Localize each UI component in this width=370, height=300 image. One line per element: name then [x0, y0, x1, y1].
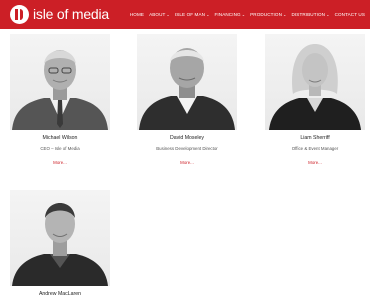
team-member-photo — [10, 190, 110, 286]
team-member-role: Business Development Director — [156, 146, 218, 151]
team-member-name: David Moseley — [169, 135, 205, 141]
nav-item-distribution[interactable]: DISTRIBUTION ⌄ — [291, 12, 329, 17]
more-link[interactable]: More... — [53, 160, 67, 165]
team-member-role: Office & Event Manager — [291, 146, 339, 151]
team-member-photo — [265, 34, 365, 130]
team-member-card: Andrew MacLaren — [10, 190, 110, 297]
main-nav: HOME ABOUT ⌄ ISLE OF MAN ⌄ FINANCING ⌄ P… — [125, 0, 365, 29]
more-link[interactable]: More... — [180, 160, 194, 165]
team-member-name: Liam Sherriff — [300, 135, 330, 141]
nav-item-production[interactable]: PRODUCTION ⌄ — [250, 12, 286, 17]
chevron-down-icon: ⌄ — [283, 12, 287, 17]
team-member-card: Michael Wilson CEO – Isle of Media More.… — [10, 34, 110, 169]
team-member-card: Liam Sherriff Office & Event Manager Mor… — [265, 34, 365, 169]
team-member-photo — [137, 34, 237, 130]
logo-mark-icon — [10, 4, 29, 24]
team-member-name: Michael Wilson — [42, 135, 78, 141]
nav-item-label: ABOUT — [149, 12, 166, 17]
site-header: isle of media HOME ABOUT ⌄ ISLE OF MAN ⌄… — [0, 0, 370, 29]
nav-item-label: DISTRIBUTION — [291, 12, 326, 17]
nav-item-contact-us[interactable]: CONTACT US — [335, 12, 365, 17]
nav-item-label: HOME — [129, 12, 145, 17]
nav-item-label: FINANCING — [214, 12, 241, 17]
nav-item-label: ISLE OF MAN — [174, 12, 206, 17]
team-member-card: David Moseley Business Development Direc… — [137, 34, 237, 169]
nav-item-label: CONTACT US — [334, 12, 365, 17]
site-logo[interactable]: isle of media — [10, 4, 109, 24]
nav-item-financing[interactable]: FINANCING ⌄ — [215, 12, 246, 17]
nav-item-home[interactable]: HOME — [130, 12, 144, 17]
chevron-down-icon: ⌄ — [206, 12, 210, 17]
chevron-down-icon: ⌄ — [241, 12, 246, 17]
team-member-photo — [10, 34, 110, 130]
logo-text: isle of media — [33, 6, 109, 22]
chevron-down-icon: ⌄ — [326, 12, 330, 17]
chevron-down-icon: ⌄ — [166, 12, 170, 17]
team-member-name: Andrew MacLaren — [38, 291, 82, 297]
team-member-role: CEO – Isle of Media — [40, 146, 80, 151]
nav-item-about[interactable]: ABOUT ⌄ — [149, 12, 170, 17]
nav-item-isle-of-man[interactable]: ISLE OF MAN ⌄ — [175, 12, 210, 17]
more-link[interactable]: More... — [308, 160, 322, 165]
nav-item-label: PRODUCTION — [250, 12, 283, 17]
